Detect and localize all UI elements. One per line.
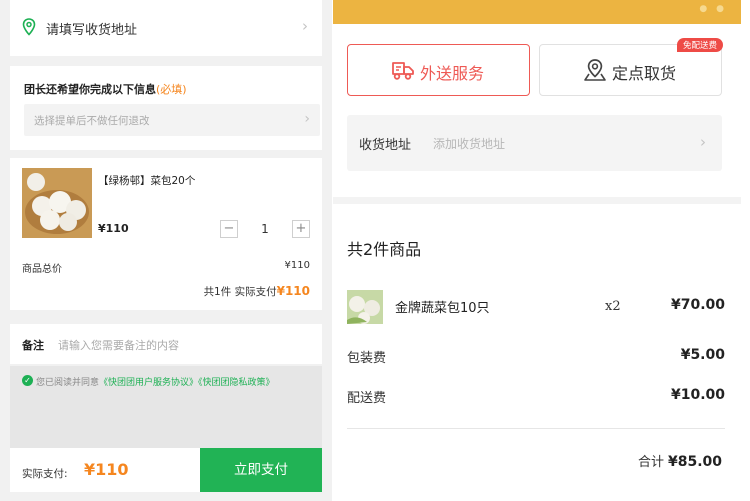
- product-card: 【绿杨邨】菜包20个 ¥110 − 1 + 商品总价 ¥110 共1件 实际支付…: [10, 158, 322, 310]
- packing-fee-value: ¥5.00: [680, 347, 725, 363]
- service-agreement-link[interactable]: 《快团团用户服务协议》: [99, 378, 198, 388]
- item-count: 共2件商品: [347, 240, 422, 259]
- delivery-service-option[interactable]: 外送服务: [347, 44, 530, 96]
- address-label: 收货地址: [359, 138, 412, 153]
- extra-info-placeholder: 选择提单后不做任何退改: [34, 115, 150, 127]
- product-price: ¥110: [98, 222, 129, 235]
- agreement-section: ✓ 您已阅读并同意《快团团用户服务协议》《快团团隐私政策》: [10, 366, 322, 448]
- map-pin-icon: [582, 57, 608, 87]
- quantity-value: 1: [261, 222, 269, 236]
- checkout-footer: 实际支付: ¥110 立即支付: [10, 448, 322, 492]
- decrease-button[interactable]: −: [220, 220, 238, 238]
- address-prompt: 请填写收货地址: [46, 23, 138, 38]
- goods-total-value: ¥110: [284, 260, 310, 271]
- chevron-right-icon: ›: [304, 111, 310, 127]
- payment-summary-amount: ¥110: [276, 284, 310, 298]
- pickup-label: 定点取货: [612, 64, 677, 83]
- packing-fee-row: 包装费 ¥5.00: [347, 347, 725, 367]
- extra-info-title: 团长还希望你完成以下信息(必填): [24, 81, 187, 97]
- delivery-service-label: 外送服务: [420, 64, 485, 83]
- order-total-value: ¥85.00: [667, 454, 722, 470]
- note-input[interactable]: 请输入您需要备注的内容: [58, 337, 179, 353]
- increase-button[interactable]: +: [292, 220, 310, 238]
- top-banner: ● ●: [333, 0, 741, 24]
- extra-info-select[interactable]: 选择提单后不做任何退改 ›: [24, 104, 320, 136]
- product-name: 【绿杨邨】菜包20个: [98, 175, 196, 187]
- payment-summary-prefix: 共1件 实际支付: [203, 286, 277, 298]
- banner-dots: ● ●: [699, 4, 727, 14]
- quantity-stepper: − 1 +: [220, 220, 310, 238]
- goods-total-label: 商品总价: [22, 264, 62, 275]
- pay-now-button[interactable]: 立即支付: [200, 448, 322, 492]
- delivery-truck-icon: [390, 57, 416, 87]
- check-circle-icon[interactable]: ✓: [22, 375, 33, 386]
- required-tag: (必填): [156, 83, 187, 96]
- actual-pay-amount: ¥110: [84, 460, 129, 479]
- chevron-right-icon: ›: [700, 133, 706, 151]
- divider-line: [347, 428, 725, 429]
- address-row[interactable]: 请填写收货地址 ›: [10, 0, 322, 56]
- payment-summary: 共1件 实际支付¥110: [204, 284, 310, 299]
- note-row: 备注 请输入您需要备注的内容: [10, 324, 322, 364]
- location-pin-icon: [22, 18, 36, 40]
- shipping-fee-label: 配送费: [347, 391, 387, 406]
- pickup-option[interactable]: 免配送费 定点取货: [539, 38, 723, 96]
- actual-pay-label: 实际支付:: [22, 468, 68, 480]
- right-order-panel: ● ● 外送服务 免配送费 定点取货 收货地址 添加收货地址 › 共2件商品 金…: [333, 0, 750, 501]
- order-item-price: ¥70.00: [670, 297, 725, 313]
- order-item: 金牌蔬菜包10只 x2 ¥70.00: [347, 290, 725, 324]
- privacy-policy-link[interactable]: 《快团团隐私政策》: [198, 378, 275, 388]
- order-total-label: 合计: [637, 455, 664, 470]
- order-item-name: 金牌蔬菜包10只: [395, 301, 490, 316]
- add-address-placeholder: 添加收货地址: [433, 137, 506, 151]
- order-item-quantity: x2: [605, 299, 621, 314]
- free-shipping-badge: 免配送费: [676, 38, 723, 52]
- order-item-image: [347, 290, 383, 324]
- agreement-prefix: 您已阅读并同意: [36, 378, 100, 388]
- product-image: [22, 168, 92, 238]
- packing-fee-label: 包装费: [347, 351, 387, 366]
- extra-info-title-text: 团长还希望你完成以下信息: [24, 83, 156, 96]
- extra-info-section: 团长还希望你完成以下信息(必填) 选择提单后不做任何退改 ›: [10, 66, 322, 150]
- shipping-fee-value: ¥10.00: [670, 387, 725, 403]
- order-total: 合计 ¥85.00: [638, 451, 722, 470]
- agreement-text: 您已阅读并同意《快团团用户服务协议》《快团团隐私政策》: [36, 375, 275, 388]
- section-divider: [333, 197, 741, 204]
- delivery-address-row[interactable]: 收货地址 添加收货地址 ›: [347, 115, 722, 171]
- note-label: 备注: [22, 339, 44, 352]
- shipping-fee-row: 配送费 ¥10.00: [347, 387, 725, 407]
- left-checkout-panel: 请填写收货地址 › 团长还希望你完成以下信息(必填) 选择提单后不做任何退改 ›…: [0, 0, 332, 501]
- chevron-right-icon: ›: [302, 17, 308, 35]
